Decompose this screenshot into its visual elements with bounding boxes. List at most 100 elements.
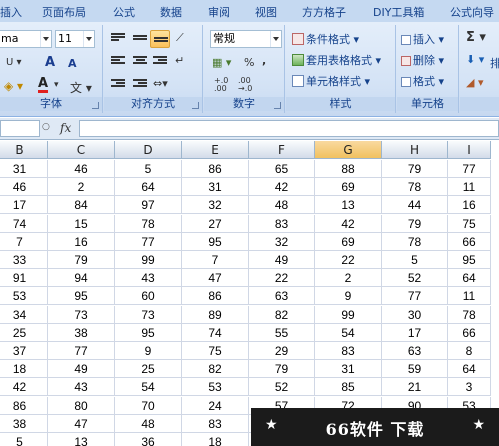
cell-e-row9[interactable]: 89: [182, 305, 249, 324]
cell-g-row9[interactable]: 99: [315, 305, 382, 324]
orientation-icon[interactable]: ⟋: [172, 30, 192, 48]
fill-color-icon[interactable]: ◈ ▾: [4, 79, 23, 93]
clear-icon[interactable]: ◢ ▾: [466, 76, 483, 89]
column-header-h[interactable]: H: [382, 141, 448, 159]
merge-center-icon[interactable]: ⇔▾: [150, 76, 176, 94]
cell-f-row13[interactable]: 52: [249, 378, 315, 397]
cell-g-row3[interactable]: 13: [315, 196, 382, 215]
worksheet-grid[interactable]: B C D E F G H I 31 46 5 86 65 88 79 77 46 2 64 31 42 69 78 11 17…: [0, 141, 499, 446]
tab-review[interactable]: 审阅: [208, 4, 230, 20]
cell-f-row9[interactable]: 82: [249, 305, 315, 324]
column-header-d[interactable]: D: [115, 141, 182, 159]
cell-c-row15[interactable]: 47: [48, 414, 115, 433]
insert-function-icon[interactable]: fx: [60, 121, 71, 135]
wrap-text-icon[interactable]: ↵: [172, 53, 192, 71]
cell-c-row12[interactable]: 49: [48, 360, 115, 379]
cell-f-row2[interactable]: 42: [249, 178, 315, 197]
increase-decimal-icon[interactable]: +.0.00: [214, 77, 228, 93]
cell-i-row9[interactable]: 78: [448, 305, 491, 324]
font-size-combo[interactable]: 11: [55, 30, 95, 48]
cell-e-row11[interactable]: 75: [182, 342, 249, 360]
cell-e-row13[interactable]: 53: [182, 378, 249, 397]
cell-h-row5[interactable]: 78: [382, 232, 448, 251]
tab-fangfang[interactable]: 方方格子: [302, 4, 346, 20]
comma-icon[interactable]: ,: [262, 54, 266, 67]
cell-d-row9[interactable]: 73: [115, 305, 182, 324]
cell-d-row16[interactable]: 36: [115, 433, 182, 446]
cell-h-row4[interactable]: 79: [382, 214, 448, 233]
autosum-button[interactable]: Σ ▾: [466, 30, 486, 45]
cell-i-row2[interactable]: 11: [448, 178, 491, 197]
cell-i-row8[interactable]: 11: [448, 287, 491, 306]
dialog-launcher-icon[interactable]: [274, 102, 281, 109]
number-format-combo[interactable]: 常规: [210, 30, 282, 48]
cell-c-row6[interactable]: 79: [48, 251, 115, 269]
chevron-down-icon[interactable]: [40, 31, 51, 47]
cell-f-row8[interactable]: 63: [249, 287, 315, 306]
cell-b-row8[interactable]: 53: [0, 287, 48, 306]
cell-c-row8[interactable]: 95: [48, 287, 115, 306]
dialog-launcher-icon[interactable]: [92, 102, 99, 109]
cell-i-row4[interactable]: 75: [448, 214, 491, 233]
cell-c-row2[interactable]: 2: [48, 178, 115, 197]
align-middle-icon[interactable]: [130, 30, 150, 48]
cell-b-row16[interactable]: 5: [0, 433, 48, 446]
cell-f-row1[interactable]: 65: [249, 160, 315, 178]
cell-h-row3[interactable]: 44: [382, 196, 448, 215]
cell-d-row10[interactable]: 95: [115, 323, 182, 342]
formula-input[interactable]: [79, 120, 499, 137]
grow-font-icon[interactable]: A: [45, 55, 55, 70]
cell-f-row3[interactable]: 48: [249, 196, 315, 215]
name-box[interactable]: [0, 120, 40, 137]
cell-e-row14[interactable]: 24: [182, 396, 249, 415]
cell-b-row10[interactable]: 25: [0, 323, 48, 342]
cell-e-row15[interactable]: 83: [182, 414, 249, 433]
cell-b-row12[interactable]: 18: [0, 360, 48, 379]
cell-c-row5[interactable]: 16: [48, 232, 115, 251]
cell-d-row15[interactable]: 48: [115, 414, 182, 433]
cell-b-row13[interactable]: 42: [0, 378, 48, 397]
cell-f-row5[interactable]: 32: [249, 232, 315, 251]
cell-d-row8[interactable]: 60: [115, 287, 182, 306]
align-bottom-icon[interactable]: [150, 30, 170, 48]
cell-i-row13[interactable]: 3: [448, 378, 491, 397]
cell-h-row1[interactable]: 79: [382, 160, 448, 178]
cell-g-row10[interactable]: 54: [315, 323, 382, 342]
column-header-c[interactable]: C: [48, 141, 115, 159]
cell-i-row1[interactable]: 77: [448, 160, 491, 178]
cell-h-row10[interactable]: 17: [382, 323, 448, 342]
increase-indent-icon[interactable]: [130, 76, 150, 94]
cell-c-row9[interactable]: 73: [48, 305, 115, 324]
cell-i-row7[interactable]: 64: [448, 269, 491, 288]
cell-i-row3[interactable]: 16: [448, 196, 491, 215]
tab-insert[interactable]: 插入: [0, 4, 22, 20]
tab-view[interactable]: 视图: [255, 4, 277, 20]
cell-h-row7[interactable]: 52: [382, 269, 448, 288]
cell-i-row6[interactable]: 95: [448, 251, 491, 269]
cell-d-row2[interactable]: 64: [115, 178, 182, 197]
cell-g-row13[interactable]: 85: [315, 378, 382, 397]
cell-g-row2[interactable]: 69: [315, 178, 382, 197]
align-top-icon[interactable]: [108, 30, 128, 48]
fill-icon[interactable]: ⬇ ▾: [466, 53, 484, 66]
cell-f-row7[interactable]: 22: [249, 269, 315, 288]
cell-g-row12[interactable]: 31: [315, 360, 382, 379]
cell-e-row5[interactable]: 95: [182, 232, 249, 251]
percent-icon[interactable]: %: [244, 56, 254, 69]
decrease-indent-icon[interactable]: [108, 76, 128, 94]
dialog-launcher-icon[interactable]: [192, 102, 199, 109]
cell-d-row4[interactable]: 78: [115, 214, 182, 233]
column-header-i[interactable]: I: [448, 141, 491, 159]
cell-e-row6[interactable]: 7: [182, 251, 249, 269]
cell-h-row6[interactable]: 5: [382, 251, 448, 269]
cell-h-row13[interactable]: 21: [382, 378, 448, 397]
cell-g-row11[interactable]: 83: [315, 342, 382, 360]
cell-c-row11[interactable]: 77: [48, 342, 115, 360]
cell-d-row1[interactable]: 5: [115, 160, 182, 178]
cell-e-row7[interactable]: 47: [182, 269, 249, 288]
cell-g-row5[interactable]: 69: [315, 232, 382, 251]
tab-formulas[interactable]: 公式: [113, 4, 135, 20]
cell-e-row10[interactable]: 74: [182, 323, 249, 342]
cell-b-row7[interactable]: 91: [0, 269, 48, 288]
cell-i-row11[interactable]: 8: [448, 342, 491, 360]
